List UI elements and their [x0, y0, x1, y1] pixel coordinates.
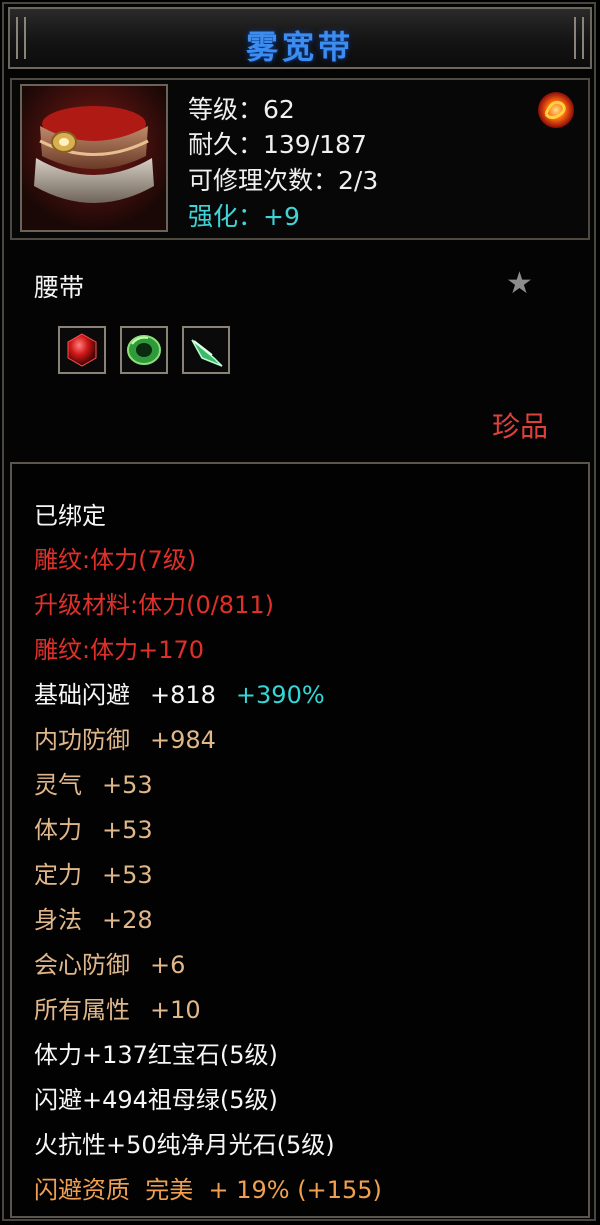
attr-focus: 定力 +53	[34, 855, 153, 890]
attr-bonus-percent: +390%	[235, 681, 325, 709]
attr-value: +28	[102, 906, 153, 934]
attr-value: +818	[150, 681, 216, 709]
attr-value: +53	[102, 771, 153, 799]
engrave-bonus: 雕纹:体力+170	[34, 636, 205, 664]
attr-spirit: 灵气 +53	[34, 765, 153, 800]
ruby-gem-icon[interactable]	[58, 326, 106, 374]
attr-label: 所有属性	[34, 996, 130, 1024]
attr-value: +10	[150, 996, 201, 1024]
belt-item-icon	[20, 84, 168, 232]
star-icon[interactable]: ★	[506, 266, 533, 301]
attr-label: 基础闪避	[34, 681, 130, 709]
item-rarity: 珍品	[492, 410, 549, 443]
engrave-level: 雕纹:体力(7级)	[34, 546, 197, 574]
dodge-aptitude: 闪避资质 完美 + 19% (+155)	[34, 1176, 382, 1204]
attr-label: 身法	[34, 906, 82, 934]
attr-crit-defense: 会心防御 +6	[34, 945, 185, 980]
attr-base-dodge: 基础闪避 +818 +390%	[34, 675, 325, 710]
gem-bonus-ruby: 体力+137红宝石(5级)	[34, 1041, 278, 1069]
attr-inner-defense: 内功防御 +984	[34, 720, 216, 755]
attr-value: +984	[150, 726, 216, 754]
attr-label: 灵气	[34, 771, 82, 799]
title-bar: 雾宽带	[8, 7, 592, 69]
attr-label: 内功防御	[34, 726, 130, 754]
attr-agility: 身法 +28	[34, 900, 153, 935]
item-name: 雾宽带	[245, 28, 354, 66]
item-repair-count: 可修理次数：2/3	[188, 166, 379, 195]
emerald-ring-gem-icon[interactable]	[120, 326, 168, 374]
gem-bonus-emerald: 闪避+494祖母绿(5级)	[34, 1086, 278, 1114]
upgrade-material: 升级材料:体力(0/811)	[34, 591, 274, 619]
gem-bonus-moonstone: 火抗性+50纯净月光石(5级)	[34, 1131, 335, 1159]
item-type: 腰带	[34, 273, 85, 302]
jade-gem-icon[interactable]	[182, 326, 230, 374]
attr-value: +53	[102, 816, 153, 844]
attr-label: 定力	[34, 861, 82, 889]
attr-stamina: 体力 +53	[34, 810, 153, 845]
attr-all-attributes: 所有属性 +10	[34, 990, 201, 1025]
bound-status: 已绑定	[34, 502, 106, 530]
attr-label: 会心防御	[34, 951, 130, 979]
item-level: 等级：62	[188, 95, 295, 124]
attr-label: 体力	[34, 816, 82, 844]
fire-orb-icon	[534, 88, 578, 132]
attr-value: +6	[150, 951, 186, 979]
item-enhance: 强化：+9	[188, 202, 300, 231]
attr-value: +53	[102, 861, 153, 889]
item-durability: 耐久：139/187	[188, 130, 367, 159]
